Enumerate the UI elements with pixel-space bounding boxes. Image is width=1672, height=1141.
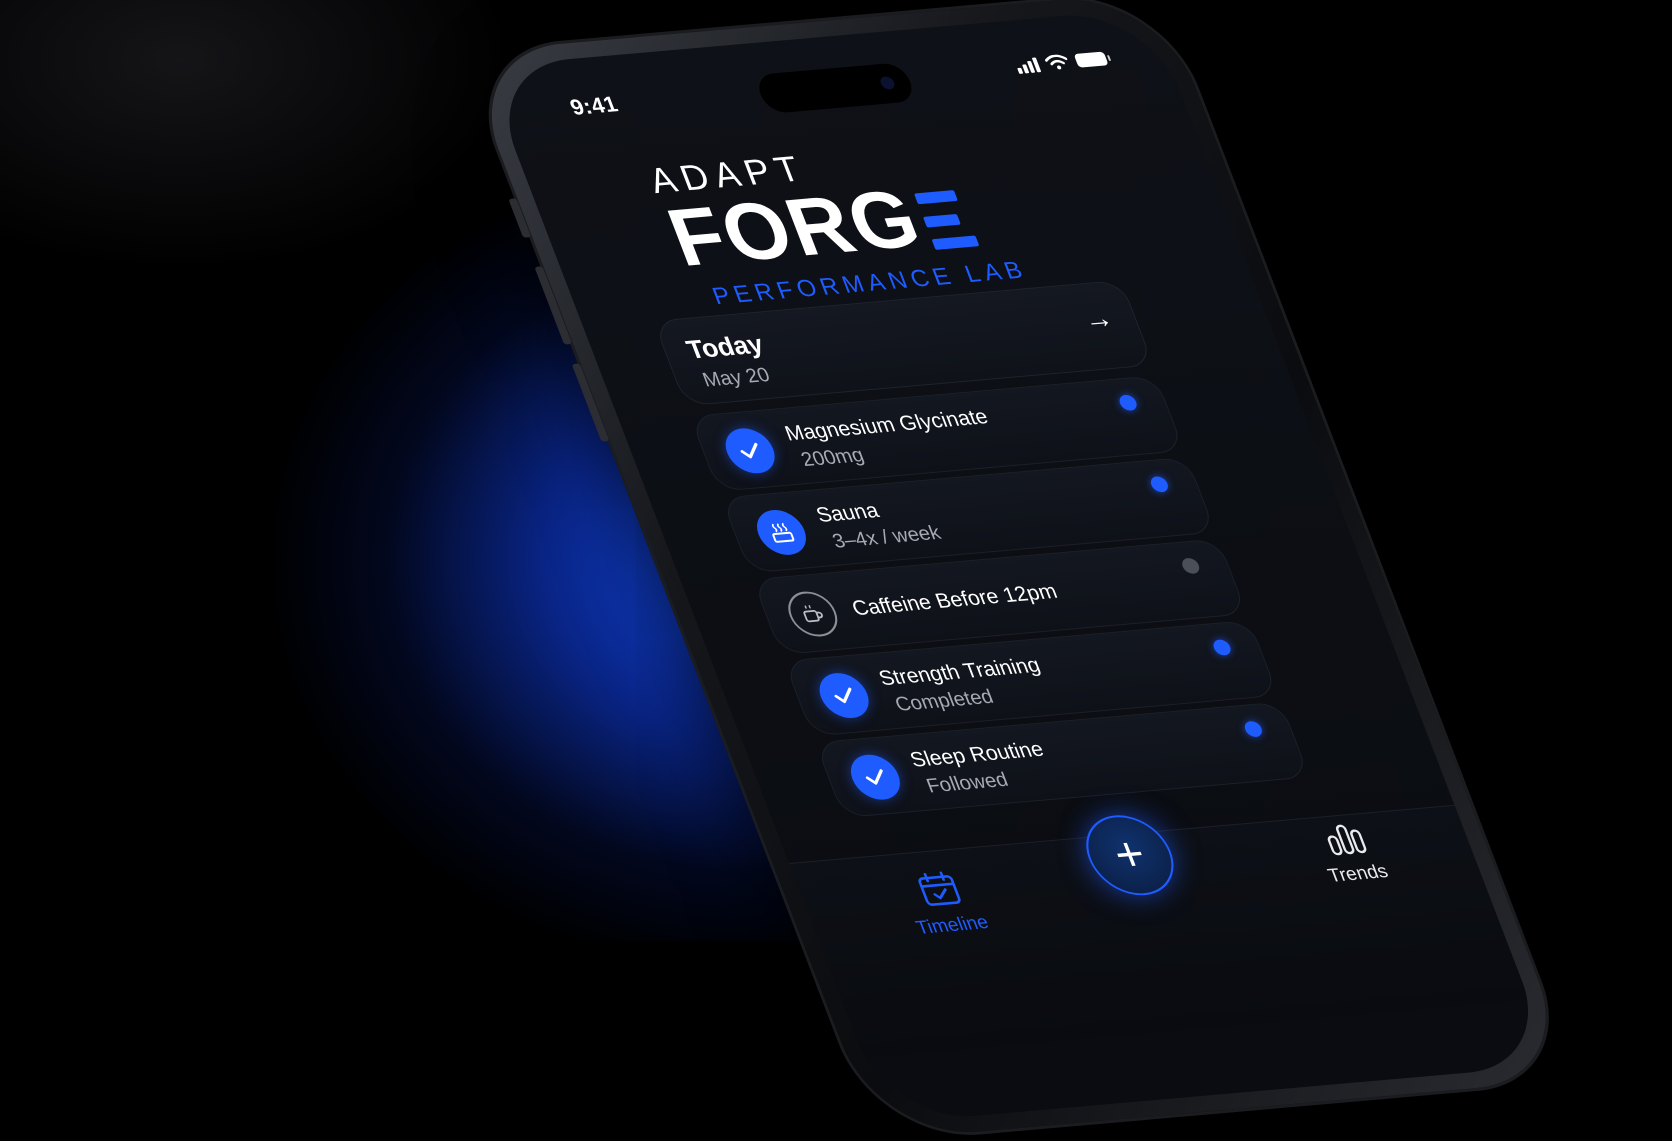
status-dot bbox=[1211, 639, 1233, 656]
cellular-signal-icon bbox=[1013, 56, 1042, 74]
status-dot bbox=[1117, 394, 1140, 412]
check-icon[interactable] bbox=[812, 671, 876, 720]
check-icon[interactable] bbox=[843, 752, 907, 802]
coffee-cup-icon[interactable] bbox=[781, 589, 845, 639]
item-title: Sauna bbox=[812, 499, 883, 527]
plus-icon: + bbox=[1105, 827, 1154, 882]
tab-bar: Timeline + Trends bbox=[788, 804, 1530, 1059]
mute-switch bbox=[508, 198, 532, 238]
item-subtitle: Followed bbox=[923, 769, 1012, 798]
item-subtitle: 3–4x / week bbox=[829, 521, 944, 553]
stage: 9:41 ADAPT FORG PERFORMANCE LAB Today Ma… bbox=[0, 0, 1672, 1141]
phone-device: 9:41 ADAPT FORG PERFORMANCE LAB Today Ma… bbox=[461, 0, 1577, 1141]
status-icons bbox=[1013, 51, 1109, 74]
dynamic-island bbox=[753, 62, 918, 115]
status-bar: 9:41 bbox=[494, 36, 1174, 133]
item-title: Magnesium Glycinate bbox=[781, 405, 992, 446]
item-title: Strength Training bbox=[875, 653, 1044, 691]
wifi-icon bbox=[1043, 54, 1071, 71]
status-dot bbox=[1242, 720, 1265, 738]
logo-forge-text: FORG bbox=[656, 173, 934, 284]
today-title: Today bbox=[682, 328, 768, 365]
today-date: May 20 bbox=[699, 364, 774, 392]
status-dot bbox=[1179, 557, 1202, 575]
item-title: Caffeine Before 12pm bbox=[848, 580, 1061, 621]
tab-timeline[interactable]: Timeline bbox=[896, 869, 992, 940]
calendar-icon bbox=[896, 869, 982, 915]
phone-screen: 9:41 ADAPT FORG PERFORMANCE LAB Today Ma… bbox=[483, 8, 1555, 1124]
app-logo: ADAPT FORG PERFORMANCE LAB bbox=[643, 124, 1120, 312]
tab-trends-label: Trends bbox=[1325, 861, 1392, 887]
arrow-right-icon[interactable]: → bbox=[1078, 302, 1118, 336]
bar-chart-icon bbox=[1309, 819, 1382, 862]
check-icon[interactable] bbox=[718, 426, 782, 476]
tab-timeline-label: Timeline bbox=[913, 912, 992, 939]
item-title: Sleep Routine bbox=[906, 737, 1047, 772]
battery-icon bbox=[1073, 51, 1109, 68]
item-subtitle: Completed bbox=[892, 685, 997, 716]
status-dot bbox=[1148, 475, 1171, 493]
sauna-icon[interactable] bbox=[749, 508, 813, 557]
item-subtitle: 200mg bbox=[798, 444, 868, 472]
status-time: 9:41 bbox=[566, 91, 622, 120]
add-button[interactable]: + bbox=[1073, 811, 1187, 899]
tab-trends[interactable]: Trends bbox=[1309, 819, 1391, 887]
habit-list: Magnesium Glycinate 200mg Sauna 3–4x / w… bbox=[689, 375, 1312, 824]
